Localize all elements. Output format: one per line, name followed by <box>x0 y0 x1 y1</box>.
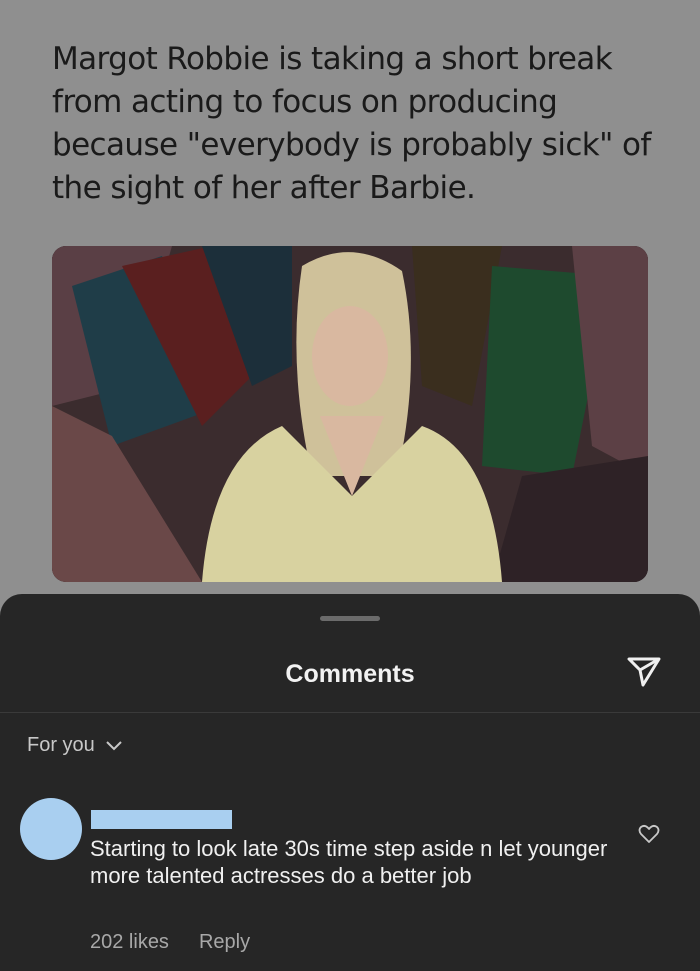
post-caption: Margot Robbie is taking a short break fr… <box>52 41 651 206</box>
divider <box>0 712 700 713</box>
comments-title: Comments <box>285 660 415 688</box>
chevron-down-icon <box>106 740 122 750</box>
comments-sheet: Comments For you Starting to look late 3… <box>0 594 700 971</box>
comment-meta: 202 likes Reply <box>90 931 250 954</box>
comment-text: Starting to look late 30s time step asid… <box>90 836 608 888</box>
drag-handle[interactable] <box>320 616 380 621</box>
avatar[interactable] <box>20 798 82 860</box>
send-icon[interactable] <box>626 656 662 688</box>
reply-button[interactable]: Reply <box>199 931 250 954</box>
likes-count[interactable]: 202 likes <box>90 931 169 954</box>
filter-dropdown[interactable]: For you <box>27 734 123 757</box>
username-redacted <box>91 810 232 829</box>
filter-label: For you <box>27 734 95 756</box>
heart-icon[interactable] <box>638 824 660 844</box>
post-image[interactable] <box>52 246 648 582</box>
